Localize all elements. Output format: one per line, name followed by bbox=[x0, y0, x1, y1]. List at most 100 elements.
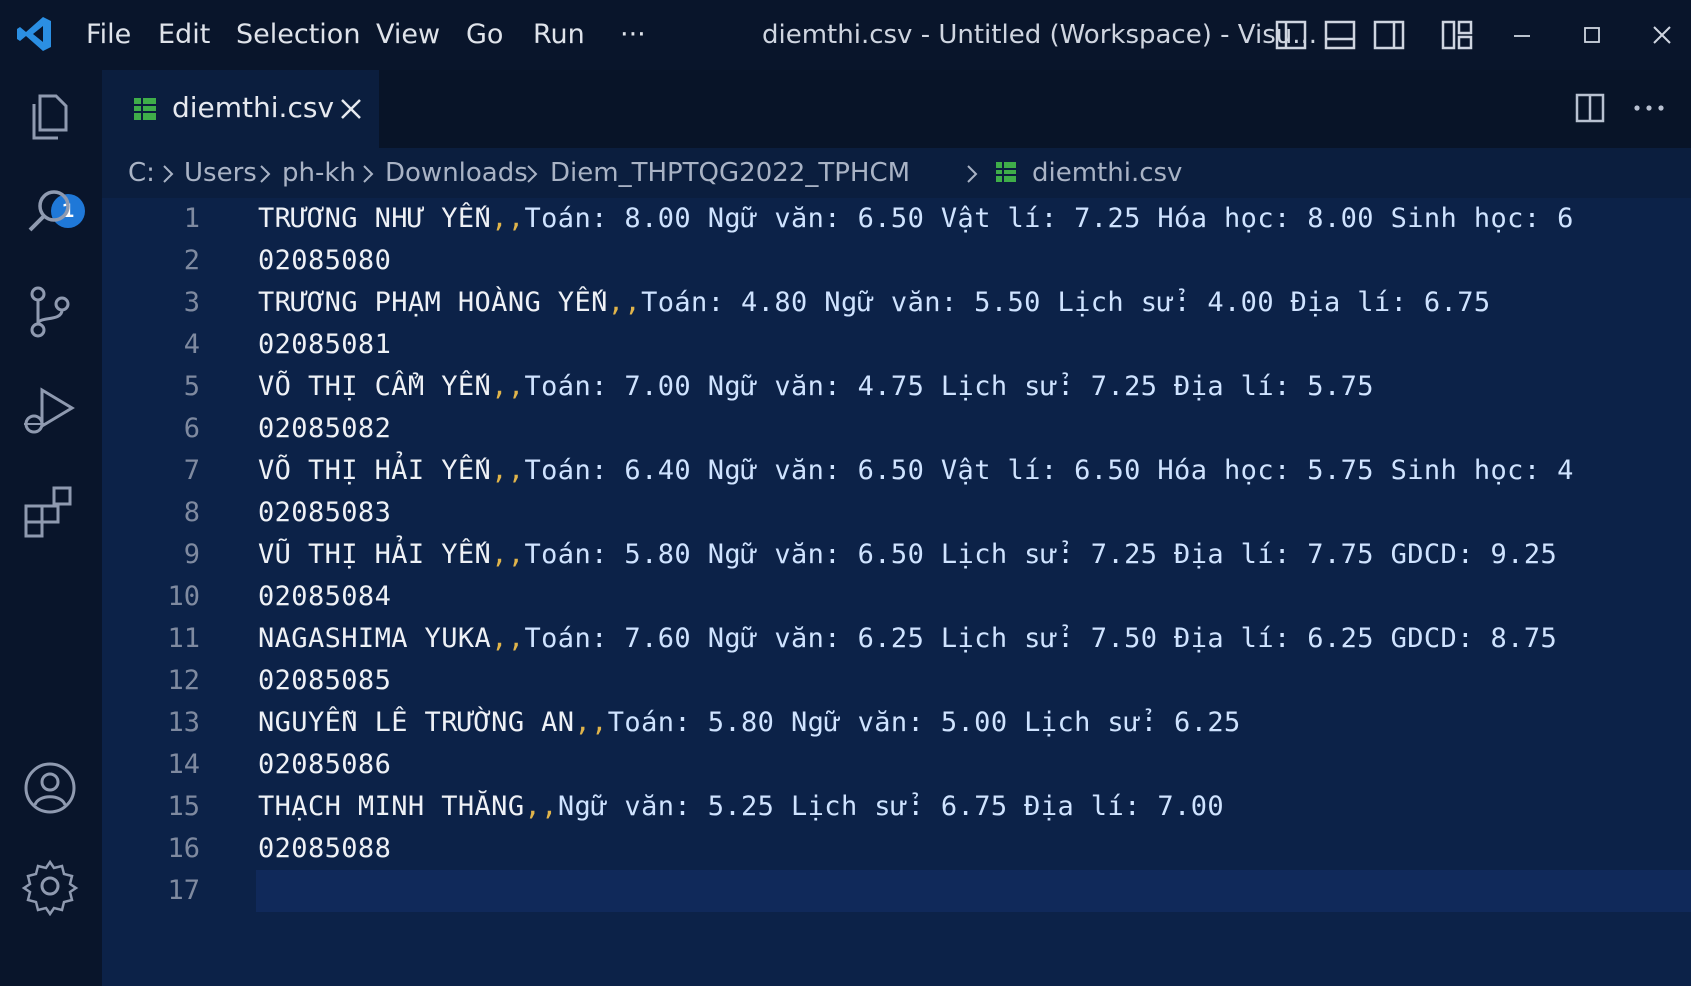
line-content: NGUYỄN LÊ TRƯỜNG AN,,Toán: 5.80 Ngữ văn:… bbox=[258, 702, 1241, 744]
window-title: diemthi.csv - Untitled (Workspace) - Vis… bbox=[762, 20, 1318, 50]
editor-line[interactable]: 11 NAGASHIMA YUKA,,Toán: 7.60 Ngữ văn: 6.… bbox=[102, 618, 1691, 660]
student-field: TRƯƠNG NHƯ YẾN bbox=[258, 203, 492, 234]
menu-selection[interactable]: Selection bbox=[236, 18, 360, 52]
menu-view[interactable]: View bbox=[376, 18, 440, 52]
close-window-icon[interactable] bbox=[1642, 16, 1682, 54]
editor-tab-bar: diemthi.csv bbox=[102, 70, 1691, 148]
maximize-icon[interactable] bbox=[1572, 16, 1612, 54]
line-content: 02085080 bbox=[258, 240, 391, 282]
more-actions-icon[interactable] bbox=[1627, 90, 1671, 126]
student-field: 02085080 bbox=[258, 245, 392, 276]
customize-layout-icon[interactable] bbox=[1440, 19, 1474, 51]
run-debug-icon[interactable] bbox=[20, 380, 80, 440]
student-field: NGUYỄN LÊ TRƯỜNG AN bbox=[258, 707, 575, 738]
student-field: 02085081 bbox=[258, 329, 392, 360]
csv-separator: ,, bbox=[491, 455, 525, 486]
editor-line[interactable]: 17 bbox=[102, 870, 1691, 912]
scores-field: Toán: 5.80 Ngữ văn: 5.00 Lịch sử: 6.25 bbox=[607, 707, 1241, 738]
title-bar: File Edit Selection View Go Run ··· diem… bbox=[0, 0, 1691, 70]
editor-text-area[interactable]: 1 TRƯƠNG NHƯ YẾN,,Toán: 8.00 Ngữ văn: 6.5… bbox=[102, 198, 1691, 986]
editor-line[interactable]: 13 NGUYỄN LÊ TRƯỜNG AN,,Toán: 5.80 Ngữ vă… bbox=[102, 702, 1691, 744]
line-content: VÕ THỊ CẨM YẾN,,Toán: 7.00 Ngữ văn: 4.75… bbox=[258, 366, 1374, 408]
menu-go[interactable]: Go bbox=[466, 18, 503, 52]
line-content: 02085084 bbox=[258, 576, 391, 618]
editor-line[interactable]: 4 02085081 bbox=[102, 324, 1691, 366]
menu-file[interactable]: File bbox=[86, 18, 131, 52]
scores-field: Toán: 8.00 Ngữ văn: 6.50 Vật lí: 7.25 Hó… bbox=[524, 203, 1574, 234]
breadcrumb-item-downloads[interactable]: Downloads bbox=[385, 156, 528, 190]
editor-line[interactable]: 10 02085084 bbox=[102, 576, 1691, 618]
student-field: VŨ THỊ HẢI YẾN bbox=[258, 539, 492, 570]
editor-line[interactable]: 3 TRƯƠNG PHẠM HOÀNG YẾN,,Toán: 4.80 Ngữ v… bbox=[102, 282, 1691, 324]
editor-line[interactable]: 8 02085083 bbox=[102, 492, 1691, 534]
line-number: 3 bbox=[183, 287, 200, 318]
line-number: 11 bbox=[167, 623, 200, 654]
files-icon[interactable] bbox=[20, 86, 80, 146]
scores-field: Toán: 7.00 Ngữ văn: 4.75 Lịch sử: 7.25 Đ… bbox=[524, 371, 1374, 402]
line-content: TRƯƠNG PHẠM HOÀNG YẾN,,Toán: 4.80 Ngữ vă… bbox=[258, 282, 1491, 324]
line-content: NAGASHIMA YUKA,,Toán: 7.60 Ngữ văn: 6.25… bbox=[258, 618, 1557, 660]
editor-line[interactable]: 7 VÕ THỊ HẢI YẾN,,Toán: 6.40 Ngữ văn: 6.5… bbox=[102, 450, 1691, 492]
editor-line[interactable]: 9 VŨ THỊ HẢI YẾN,,Toán: 5.80 Ngữ văn: 6.5… bbox=[102, 534, 1691, 576]
line-number: 13 bbox=[167, 707, 200, 738]
settings-gear-icon[interactable] bbox=[20, 856, 80, 916]
csv-separator: ,, bbox=[491, 623, 525, 654]
breadcrumb-item-file[interactable]: diemthi.csv bbox=[1032, 156, 1182, 190]
csv-file-icon bbox=[996, 162, 1016, 182]
line-content: 02085085 bbox=[258, 660, 391, 702]
csv-separator: ,, bbox=[607, 287, 642, 318]
student-field: 02085084 bbox=[258, 581, 392, 612]
line-content: THẠCH MINH THĂNG,,Ngữ văn: 5.25 Lịch sử:… bbox=[258, 786, 1224, 828]
toggle-panel-icon[interactable] bbox=[1323, 19, 1357, 51]
editor-line[interactable]: 1 TRƯƠNG NHƯ YẾN,,Toán: 8.00 Ngữ văn: 6.5… bbox=[102, 198, 1691, 240]
editor-line[interactable]: 2 02085080 bbox=[102, 240, 1691, 282]
source-control-icon[interactable] bbox=[20, 282, 80, 342]
csv-file-icon bbox=[134, 98, 156, 120]
student-field: 02085083 bbox=[258, 497, 392, 528]
student-field: 02085088 bbox=[258, 833, 392, 864]
scores-field: Toán: 6.40 Ngữ văn: 6.50 Vật lí: 6.50 Hó… bbox=[524, 455, 1574, 486]
line-number: 10 bbox=[167, 581, 200, 612]
breadcrumb-item-users[interactable]: Users bbox=[184, 156, 257, 190]
tab-diemthi-csv[interactable]: diemthi.csv bbox=[102, 70, 379, 148]
chevron-right-icon bbox=[967, 165, 978, 183]
search-icon[interactable] bbox=[20, 182, 80, 242]
breadcrumb-item-folder[interactable]: Diem_THPTQG2022_TPHCM bbox=[550, 156, 910, 190]
breadcrumb-item-drive[interactable]: C: bbox=[128, 156, 155, 190]
student-field: THẠCH MINH THĂNG bbox=[258, 791, 525, 822]
line-number: 7 bbox=[183, 455, 200, 486]
toggle-secondary-sidebar-icon[interactable] bbox=[1372, 19, 1406, 51]
vscode-logo-icon bbox=[17, 17, 51, 51]
scores-field: Toán: 7.60 Ngữ văn: 6.25 Lịch sử: 7.50 Đ… bbox=[524, 623, 1558, 654]
minimize-icon[interactable] bbox=[1502, 16, 1542, 54]
editor-line[interactable]: 15 THẠCH MINH THĂNG,,Ngữ văn: 5.25 Lịch s… bbox=[102, 786, 1691, 828]
student-field: NAGASHIMA YUKA bbox=[258, 623, 492, 654]
close-tab-icon[interactable] bbox=[336, 94, 366, 124]
editor-line[interactable]: 16 02085088 bbox=[102, 828, 1691, 870]
menu-more[interactable]: ··· bbox=[620, 18, 646, 52]
editor-line[interactable]: 6 02085082 bbox=[102, 408, 1691, 450]
chevron-right-icon bbox=[260, 165, 271, 183]
tab-label: diemthi.csv bbox=[172, 91, 335, 124]
csv-separator: ,, bbox=[491, 371, 525, 402]
scores-field: Ngữ văn: 5.25 Lịch sử: 6.75 Địa lí: 7.00 bbox=[557, 791, 1225, 822]
student-field: 02085085 bbox=[258, 665, 392, 696]
chevron-right-icon bbox=[363, 165, 374, 183]
line-number: 17 bbox=[167, 875, 200, 906]
menu-run[interactable]: Run bbox=[533, 18, 585, 52]
menu-edit[interactable]: Edit bbox=[158, 18, 210, 52]
editor-line[interactable]: 5 VÕ THỊ CẨM YẾN,,Toán: 7.00 Ngữ văn: 4.7… bbox=[102, 366, 1691, 408]
line-content: 02085083 bbox=[258, 492, 391, 534]
line-number: 1 bbox=[183, 203, 200, 234]
editor-line[interactable]: 12 02085085 bbox=[102, 660, 1691, 702]
account-icon[interactable] bbox=[20, 758, 80, 818]
chevron-right-icon bbox=[163, 165, 174, 183]
extensions-icon[interactable] bbox=[20, 480, 80, 540]
line-content: 02085082 bbox=[258, 408, 391, 450]
breadcrumb-item-user[interactable]: ph-kh bbox=[282, 156, 356, 190]
csv-separator: ,, bbox=[491, 203, 525, 234]
toggle-primary-sidebar-icon[interactable] bbox=[1274, 19, 1308, 51]
line-number: 5 bbox=[183, 371, 200, 402]
split-editor-icon[interactable] bbox=[1572, 90, 1608, 126]
editor-line[interactable]: 14 02085086 bbox=[102, 744, 1691, 786]
